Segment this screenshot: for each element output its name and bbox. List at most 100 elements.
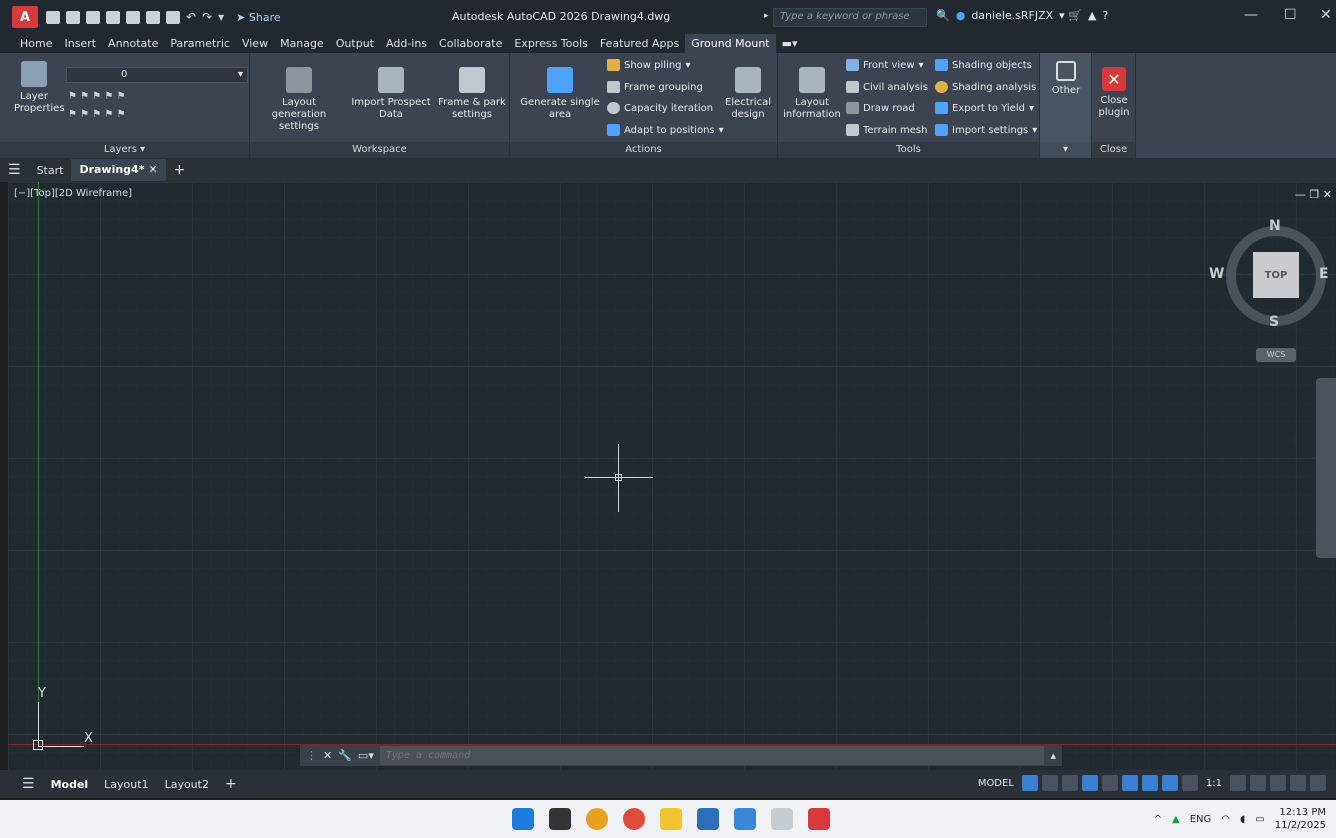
print-icon[interactable] bbox=[166, 10, 180, 24]
close-plugin-button[interactable]: ✕ Close plugin bbox=[1096, 67, 1132, 119]
fullscreen-icon[interactable] bbox=[1290, 775, 1306, 791]
layer-properties-button[interactable]: Layer Properties bbox=[14, 61, 65, 115]
import-settings-button[interactable]: Import settings ▾ bbox=[935, 124, 1037, 136]
chrome-icon[interactable] bbox=[623, 808, 645, 830]
draw-road-button[interactable]: Draw road bbox=[846, 102, 915, 114]
autocad-logo[interactable]: A bbox=[12, 6, 38, 28]
frame-park-settings-button[interactable]: Frame & park settings bbox=[436, 67, 508, 121]
compass-west[interactable]: W bbox=[1209, 266, 1224, 282]
remote-desktop-icon[interactable] bbox=[734, 808, 756, 830]
windows-start-icon[interactable] bbox=[512, 808, 534, 830]
task-view-icon[interactable] bbox=[549, 808, 571, 830]
drawing-canvas[interactable]: [−][Top][2D Wireframe] — ❐ ✕ TOP N S E W… bbox=[8, 182, 1336, 770]
tab-manage[interactable]: Manage bbox=[274, 34, 330, 53]
recent-commands-icon[interactable]: ▭▾ bbox=[358, 749, 374, 762]
generate-single-area-button[interactable]: Generate single area bbox=[518, 67, 602, 121]
other-panel[interactable]: Other ▾ bbox=[1040, 53, 1092, 158]
start-tab[interactable]: Start bbox=[29, 164, 72, 177]
command-history-icon[interactable]: ▴ bbox=[1050, 749, 1056, 762]
layer-dropdown[interactable]: 0 ▾ bbox=[66, 67, 248, 83]
shading-objects-button[interactable]: Shading objects bbox=[935, 59, 1032, 71]
network-tool-icon[interactable] bbox=[771, 808, 793, 830]
customize-dropdown-icon[interactable]: ▾ bbox=[218, 10, 224, 24]
compass-north[interactable]: N bbox=[1269, 218, 1281, 234]
tab-ground-mount[interactable]: Ground Mount bbox=[685, 34, 776, 53]
tab-collaborate[interactable]: Collaborate bbox=[433, 34, 508, 53]
customization-menu-icon[interactable] bbox=[1310, 775, 1326, 791]
user-icon[interactable]: ● bbox=[956, 9, 966, 22]
close-window-icon[interactable]: ✕ bbox=[1320, 7, 1332, 23]
export-to-yield-button[interactable]: Export to Yield ▾ bbox=[935, 102, 1034, 114]
new-layout-icon[interactable]: + bbox=[217, 776, 245, 792]
share-button[interactable]: ➤ Share bbox=[236, 11, 280, 24]
adapt-to-positions-button[interactable]: Adapt to positions ▾ bbox=[607, 124, 724, 136]
tab-insert[interactable]: Insert bbox=[58, 34, 102, 53]
other-button[interactable]: Other bbox=[1044, 61, 1088, 97]
help-search-input[interactable]: Type a keyword or phrase bbox=[773, 8, 927, 27]
polar-tracking-icon[interactable] bbox=[1081, 775, 1098, 791]
open-icon[interactable] bbox=[66, 10, 80, 24]
wcs-menu[interactable]: WCS bbox=[1256, 348, 1296, 362]
wifi-icon[interactable]: ◠ bbox=[1221, 814, 1230, 825]
new-tab-icon[interactable]: + bbox=[166, 162, 194, 178]
model-space-toggle[interactable]: MODEL bbox=[974, 778, 1018, 789]
help-icon[interactable]: ? bbox=[1102, 9, 1108, 22]
snap-icon[interactable] bbox=[1041, 775, 1058, 791]
tab-add-ins[interactable]: Add-ins bbox=[380, 34, 433, 53]
file-explorer-icon[interactable] bbox=[660, 808, 682, 830]
layout-menu-icon[interactable]: ☰ bbox=[14, 776, 43, 792]
tab-featured-apps[interactable]: Featured Apps bbox=[594, 34, 685, 53]
plot-icon[interactable] bbox=[146, 10, 160, 24]
drawing-tab[interactable]: Drawing4* ✕ bbox=[71, 159, 166, 181]
civil-analysis-button[interactable]: Civil analysis bbox=[846, 81, 928, 93]
cart-icon[interactable]: ▾ 🛒 bbox=[1059, 9, 1082, 22]
layer-tools-row-1[interactable]: ⚑ ⚑ ⚑ ⚑ ⚑ bbox=[68, 91, 178, 103]
viewcube-top-face[interactable]: TOP bbox=[1253, 252, 1299, 298]
ortho-icon[interactable] bbox=[1061, 775, 1078, 791]
command-input[interactable] bbox=[379, 746, 1045, 765]
tab-express-tools[interactable]: Express Tools bbox=[508, 34, 594, 53]
tray-expand-icon[interactable]: ^ bbox=[1154, 814, 1162, 825]
compass-south[interactable]: S bbox=[1269, 314, 1279, 330]
import-prospect-data-button[interactable]: Import Prospect Data bbox=[348, 67, 434, 121]
customize-wrench-icon[interactable]: 🔧 bbox=[338, 749, 352, 762]
autodesk-a-icon[interactable]: ▲ bbox=[1088, 9, 1096, 22]
tab-home[interactable]: Home bbox=[14, 34, 58, 53]
viewport-controls[interactable]: — ❐ ✕ bbox=[1295, 188, 1332, 201]
model-tab[interactable]: Model bbox=[43, 778, 97, 791]
shading-analysis-button[interactable]: Shading analysis bbox=[935, 81, 1036, 93]
show-piling-button[interactable]: Show piling ▾ bbox=[607, 59, 691, 71]
tab-output[interactable]: Output bbox=[330, 34, 380, 53]
maximize-icon[interactable]: ☐ bbox=[1284, 7, 1297, 23]
compass-east[interactable]: E bbox=[1319, 266, 1329, 282]
layout-generation-settings-button[interactable]: Layout generation settings bbox=[254, 67, 344, 133]
annotation-visibility-icon[interactable] bbox=[1161, 775, 1178, 791]
publish-icon[interactable] bbox=[126, 10, 140, 24]
object-snap-tracking-icon[interactable] bbox=[1121, 775, 1138, 791]
language-indicator[interactable]: ENG bbox=[1190, 814, 1212, 825]
grid-icon[interactable] bbox=[1021, 775, 1038, 791]
auto-scale-icon[interactable] bbox=[1181, 775, 1198, 791]
layer-tools-row-2[interactable]: ⚑ ⚑ ⚑ ⚑ ⚑ bbox=[68, 109, 178, 121]
workspace-gear-icon[interactable] bbox=[1230, 775, 1246, 791]
save-icon[interactable] bbox=[86, 10, 100, 24]
user-name[interactable]: daniele.sRFJZX bbox=[971, 9, 1053, 22]
add-icon[interactable] bbox=[1250, 775, 1266, 791]
clock[interactable]: 12:13 PM 11/2/2025 bbox=[1275, 806, 1326, 832]
close-tab-icon[interactable]: ✕ bbox=[148, 163, 157, 176]
layout-information-button[interactable]: Layout information bbox=[782, 67, 842, 121]
layout1-tab[interactable]: Layout1 bbox=[96, 778, 156, 791]
autocad-taskbar-icon[interactable] bbox=[808, 808, 830, 830]
annotation-scale[interactable]: 1:1 bbox=[1202, 778, 1226, 789]
close-command-icon[interactable]: ✕ bbox=[323, 749, 332, 762]
layout2-tab[interactable]: Layout2 bbox=[157, 778, 217, 791]
menu-hamburger-icon[interactable]: ☰ bbox=[0, 162, 29, 178]
viewport-label[interactable]: [−][Top][2D Wireframe] bbox=[14, 188, 132, 199]
volume-icon[interactable]: ◖ bbox=[1240, 814, 1245, 825]
minimize-icon[interactable]: — bbox=[1244, 7, 1258, 23]
redo-icon[interactable]: ↷ bbox=[202, 10, 212, 24]
search-expand-icon[interactable]: ▸ bbox=[764, 11, 769, 21]
isodraft-icon[interactable] bbox=[1101, 775, 1118, 791]
electrical-design-button[interactable]: Electrical design bbox=[720, 67, 776, 121]
tab-parametric[interactable]: Parametric bbox=[164, 34, 236, 53]
